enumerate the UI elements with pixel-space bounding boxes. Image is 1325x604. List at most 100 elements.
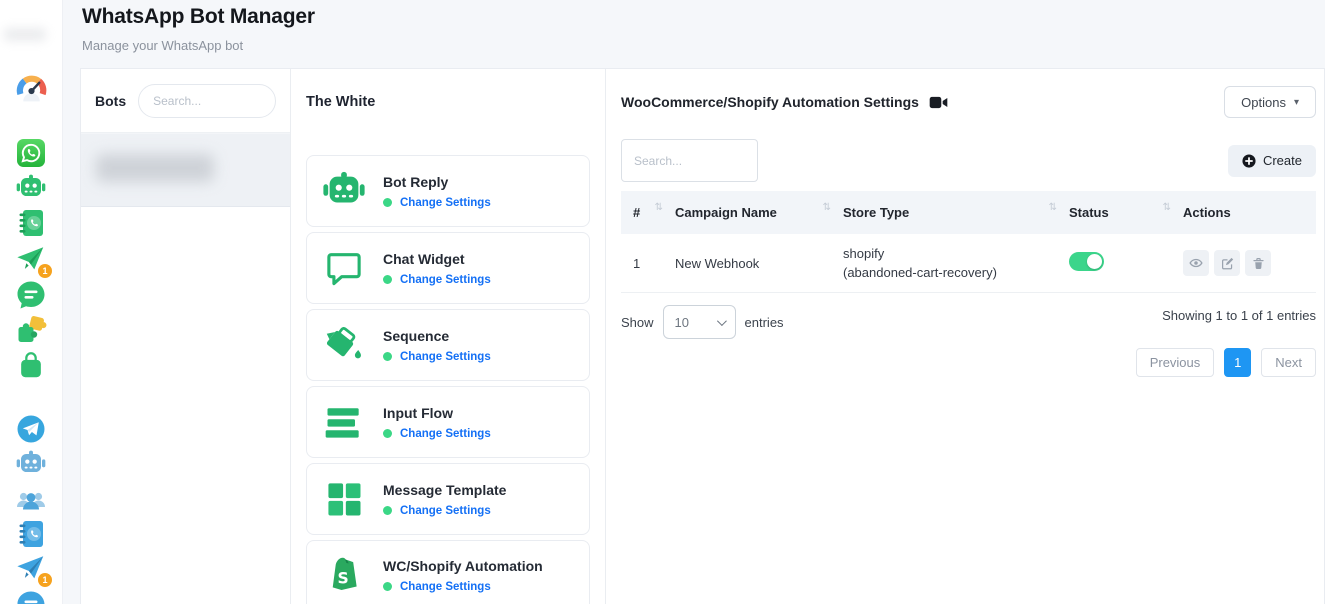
sidebar-item-telegram-bot[interactable] [14,447,48,481]
table-footer: Show 10 entries Showing 1 to 1 of 1 entr… [621,305,1316,339]
sidebar-item-telegram-groups[interactable] [14,483,48,517]
bots-search-input[interactable] [138,84,276,118]
card-title: WC/Shopify Automation [383,558,543,574]
col-header-index[interactable]: # ⇅ [627,205,669,220]
header-label: # [633,205,640,220]
sidebar-item-whatsapp-broadcast[interactable]: 1 [14,242,48,276]
shopify-s-letter: S [337,570,348,588]
sidebar-item-telegram-contacts[interactable] [14,517,48,551]
telegram-icon [15,413,47,445]
showing-entries-text: Showing 1 to 1 of 1 entries [1162,308,1316,323]
sort-icon: ⇅ [1049,202,1057,213]
cell-campaign-name: New Webhook [669,256,837,271]
sidebar-item-telegram-broadcast[interactable]: 1 [14,551,48,585]
cell-index: 1 [627,256,669,271]
settings-card-chat-widget: Chat Widget Change Settings [306,232,590,304]
chevron-down-icon [716,316,726,326]
sidebar-item-whatsapp-contacts[interactable] [14,206,48,240]
contact-book-icon [15,207,47,239]
status-dot [383,429,392,438]
card-title: Sequence [383,328,491,344]
notification-badge: 1 [38,264,52,278]
sidebar-item-whatsapp[interactable] [14,136,48,170]
table-toolbar: Create [621,139,1316,182]
card-title: Chat Widget [383,251,491,267]
bot-list-item-selected[interactable] [81,133,290,207]
dashboard-speedometer-icon [15,73,48,106]
sidebar: 1 [0,0,63,604]
sidebar-item-dashboard[interactable] [14,72,48,106]
puzzle-icon [15,314,47,346]
col-header-actions: Actions [1177,205,1310,220]
settings-card-wc-shopify-automation: S WC/Shopify Automation Change Settings [306,540,590,604]
page-1-button[interactable]: 1 [1224,348,1251,377]
col-header-status[interactable]: Status ⇅ [1063,205,1177,220]
status-dot [383,506,392,515]
status-dot [383,352,392,361]
header-label: Store Type [843,205,909,220]
previous-page-button[interactable]: Previous [1136,348,1215,377]
cell-store-type: shopify (abandoned-cart-recovery) [837,244,1063,283]
change-settings-link[interactable]: Change Settings [400,351,491,363]
header-label: Campaign Name [675,205,777,220]
cell-actions [1177,250,1310,276]
bots-header: Bots [81,69,290,133]
table-row: 1 New Webhook shopify (abandoned-cart-re… [621,234,1316,293]
header-label: Actions [1183,205,1231,220]
col-header-campaign-name[interactable]: Campaign Name ⇅ [669,205,837,220]
page-title: WhatsApp Bot Manager [82,5,315,29]
status-toggle[interactable] [1069,252,1104,271]
show-label: Show [621,315,654,330]
sidebar-item-telegram[interactable] [14,412,48,446]
shopify-icon: S [321,552,367,598]
change-settings-link[interactable]: Change Settings [400,274,491,286]
paint-bucket-icon [321,322,367,368]
next-page-button[interactable]: Next [1261,348,1316,377]
sidebar-item-store[interactable] [14,348,48,382]
trash-icon [1252,257,1265,270]
sidebar-item-integrations[interactable] [14,313,48,347]
table-search-input[interactable] [621,139,758,182]
options-button[interactable]: Options ▾ [1224,86,1316,118]
eye-icon [1189,256,1203,270]
bars-icon [321,399,367,445]
change-settings-link[interactable]: Change Settings [400,197,491,209]
automation-header: WooCommerce/Shopify Automation Settings … [621,86,1316,118]
bot-settings-column: The White Bot Reply Change Settings [291,69,606,604]
edit-button[interactable] [1214,250,1240,276]
robot-icon [15,448,47,480]
bots-title: Bots [95,93,126,109]
card-title: Input Flow [383,405,491,421]
view-button[interactable] [1183,250,1209,276]
bots-column: Bots [81,69,291,604]
blurred-bot-name [96,154,214,182]
options-label: Options [1241,95,1286,110]
pagination: Previous 1 Next [621,348,1316,377]
settings-card-sequence: Sequence Change Settings [306,309,590,381]
automation-column: WooCommerce/Shopify Automation Settings … [606,69,1324,604]
chat-bubble-icon [15,279,47,311]
content-panel: Bots The White Bot Reply Change Settings [80,68,1325,604]
automation-title: WooCommerce/Shopify Automation Settings [621,94,919,110]
change-settings-link[interactable]: Change Settings [400,428,491,440]
page-size-select[interactable]: 10 [663,305,736,339]
sidebar-item-telegram-chat[interactable] [14,588,48,604]
edit-icon [1221,257,1234,270]
change-settings-link[interactable]: Change Settings [400,581,491,593]
toggle-knob [1087,254,1102,269]
sidebar-item-whatsapp-bot[interactable] [14,171,48,205]
notification-badge: 1 [38,573,52,587]
col-header-store-type[interactable]: Store Type ⇅ [837,205,1063,220]
whatsapp-icon [15,137,47,169]
sort-icon: ⇅ [823,202,831,213]
change-settings-link[interactable]: Change Settings [400,505,491,517]
create-button[interactable]: Create [1228,145,1316,177]
sidebar-item-whatsapp-chat[interactable] [14,278,48,312]
table-header-row: # ⇅ Campaign Name ⇅ Store Type ⇅ Status … [621,191,1316,234]
sort-icon: ⇅ [1163,202,1171,213]
chat-widget-icon [321,245,367,291]
store-type-line1: shopify [843,244,1057,264]
video-tutorial-icon[interactable] [929,96,948,109]
status-dot [383,198,392,207]
delete-button[interactable] [1245,250,1271,276]
